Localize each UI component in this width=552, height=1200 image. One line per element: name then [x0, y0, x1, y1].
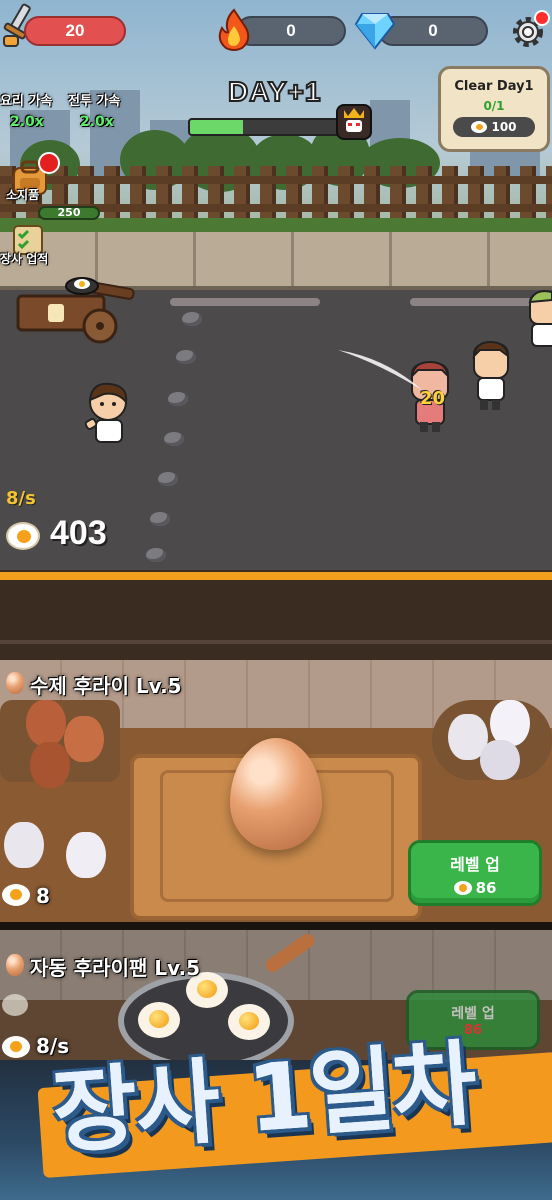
damage-number: 20	[420, 388, 446, 409]
inventory-count: 250	[57, 206, 81, 219]
fried-egg-icon	[453, 881, 472, 895]
attack-power-bar: 20	[24, 16, 126, 46]
tap-value: 8	[36, 884, 50, 908]
battle-boost-value: 2.0x	[80, 114, 114, 130]
settings-button[interactable]	[508, 10, 550, 52]
battle-boost-label: 전투 가속	[68, 94, 121, 109]
egg-icon	[6, 954, 24, 976]
attack-slash	[338, 350, 422, 390]
diamond-icon	[354, 12, 396, 50]
notification-dot	[38, 152, 60, 174]
clear-mission-panel[interactable]: Clear Day1 0/1 100	[438, 66, 550, 152]
egg-icon	[6, 672, 24, 694]
cooking-boost-value: 2.0x	[10, 114, 44, 130]
worker-character[interactable]	[82, 380, 138, 450]
notification-dot	[534, 10, 550, 26]
day-progress-fill	[190, 120, 244, 134]
manual-level-up-button[interactable]: 레벨 업 86	[408, 840, 542, 906]
fried-egg-icon	[471, 121, 488, 133]
fried-egg-icon	[2, 994, 28, 1016]
divider-stripe	[0, 572, 552, 580]
gem-count: 0	[428, 21, 438, 40]
clear-mission-progress: 0/1	[483, 99, 505, 113]
customer-character[interactable]	[470, 340, 514, 412]
inventory-button[interactable]: 소지품	[4, 152, 60, 208]
customer-character[interactable]	[528, 290, 552, 360]
achievements-button[interactable]: 장사 업적	[0, 220, 62, 274]
inventory-count-bar: 250	[38, 206, 100, 220]
inventory-label: 소지품	[6, 188, 40, 202]
clear-mission-reward-value: 100	[491, 120, 517, 134]
day-progress-bar	[188, 118, 344, 136]
boss-icon	[336, 104, 372, 140]
clear-mission-reward: 100	[453, 117, 535, 137]
level-up-cost: 86	[475, 879, 497, 897]
manual-fry-title: 수제 후라이 Lv.5	[30, 674, 182, 698]
fire-icon	[214, 8, 254, 52]
egg-rate: 8/s	[6, 488, 36, 509]
egg-total: 403	[50, 514, 107, 552]
level-up-label: 레벨 업	[450, 855, 500, 874]
divider-band	[0, 570, 552, 662]
food-cart[interactable]	[12, 270, 136, 350]
auto-pan-title: 자동 후라이팬 Lv.5	[30, 956, 200, 980]
game-scene[interactable]: 20 20 0 0 요리 가속 2.0x 전투 가속 2.0x DAY+1 Cl…	[0, 0, 552, 570]
achievements-label: 장사 업적	[0, 252, 49, 266]
fried-egg-icon	[2, 884, 30, 906]
cooking-boost-label: 요리 가속	[0, 94, 53, 109]
clear-mission-title: Clear Day1	[454, 79, 534, 94]
fried-egg-icon	[6, 522, 40, 550]
attack-power-value: 20	[65, 21, 85, 40]
day-title: DAY+1	[227, 75, 322, 108]
fire-count: 0	[286, 21, 296, 40]
fried-egg-icon	[2, 1036, 30, 1058]
